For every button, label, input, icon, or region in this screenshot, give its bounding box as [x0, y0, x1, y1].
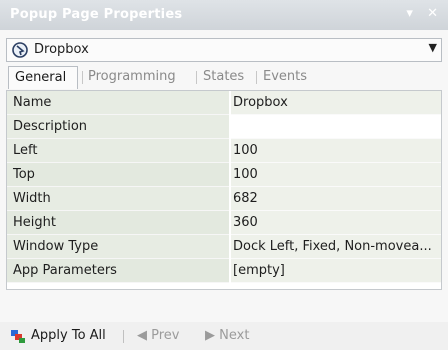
tab-general[interactable]: General	[8, 66, 78, 89]
property-name: Window Type	[7, 235, 229, 259]
property-value[interactable]: Dock Left, Fixed, Non-movea...	[231, 235, 441, 259]
property-name: App Parameters	[7, 259, 229, 283]
property-row[interactable]: Top 100	[7, 163, 441, 187]
property-row[interactable]: Description	[7, 115, 441, 139]
tab-separator	[82, 71, 83, 84]
tab-separator	[196, 71, 197, 84]
page-selector-dropdown[interactable]: Dropbox ▼	[6, 38, 442, 62]
tab-states[interactable]: States	[203, 66, 244, 89]
property-value[interactable]	[231, 115, 441, 139]
property-value[interactable]: Dropbox	[231, 91, 441, 115]
close-icon[interactable]: ✕	[427, 6, 438, 21]
property-name: Left	[7, 139, 229, 163]
property-row[interactable]: App Parameters [empty]	[7, 259, 441, 283]
tab-events[interactable]: Events	[263, 66, 307, 89]
panel-titlebar: Popup Page Properties ▾ ✕	[0, 0, 448, 30]
property-row[interactable]: Left 100	[7, 139, 441, 163]
footer-separator	[123, 330, 124, 343]
property-row[interactable]: Width 682	[7, 187, 441, 211]
property-name: Width	[7, 187, 229, 211]
titlebar-icons: ▾ ✕	[396, 6, 438, 21]
property-value[interactable]: 100	[231, 139, 441, 163]
prev-arrow-icon: ◀	[137, 328, 147, 343]
pin-dropdown-icon[interactable]: ▾	[406, 6, 413, 21]
tab-programming[interactable]: Programming	[88, 66, 176, 89]
property-value[interactable]: 682	[231, 187, 441, 211]
property-name: Top	[7, 163, 229, 187]
property-name: Description	[7, 115, 229, 139]
next-button[interactable]: ▶ Next	[205, 328, 249, 343]
prev-button[interactable]: ◀ Prev	[137, 328, 180, 343]
property-row[interactable]: Window Type Dock Left, Fixed, Non-movea.…	[7, 235, 441, 259]
property-row[interactable]: Height 360	[7, 211, 441, 235]
property-row[interactable]: Name Dropbox	[7, 91, 441, 115]
dropbox-page-icon	[12, 42, 28, 58]
tab-bar: General Programming States Events	[4, 66, 444, 90]
page-selector-label: Dropbox	[34, 42, 89, 57]
chevron-down-icon[interactable]: ▼	[429, 41, 437, 54]
next-arrow-icon: ▶	[205, 328, 215, 343]
apply-to-all-icon	[11, 330, 25, 343]
property-value[interactable]: 100	[231, 163, 441, 187]
property-name: Name	[7, 91, 229, 115]
property-value[interactable]: 360	[231, 211, 441, 235]
property-name: Height	[7, 211, 229, 235]
prev-label: Prev	[151, 328, 180, 343]
property-grid: Name Dropbox Description Left 100 Top 10…	[6, 90, 442, 290]
panel-title: Popup Page Properties	[10, 7, 183, 22]
apply-to-all-button[interactable]: Apply To All	[31, 328, 106, 343]
tab-separator	[256, 71, 257, 84]
property-value[interactable]: [empty]	[231, 259, 441, 283]
popup-page-properties-panel: Popup Page Properties ▾ ✕ Dropbox ▼ Gene…	[0, 0, 448, 350]
footer-toolbar: Apply To All ◀ Prev ▶ Next	[0, 322, 448, 350]
next-label: Next	[219, 328, 250, 343]
